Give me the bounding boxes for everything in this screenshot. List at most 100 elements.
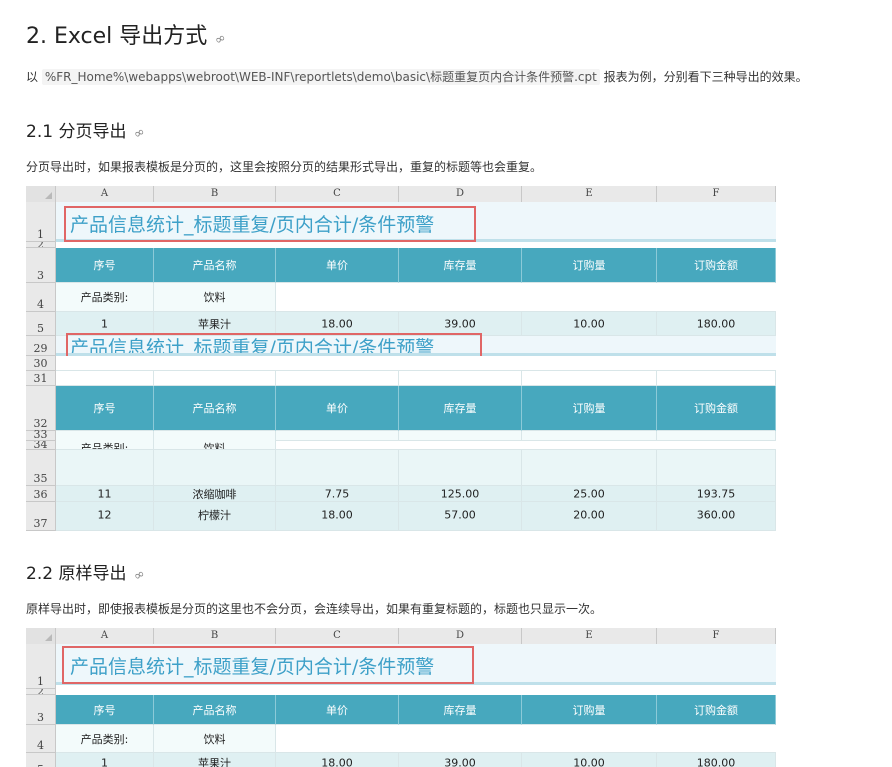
row-number[interactable]: 1 <box>26 644 56 689</box>
category-label-cell: 产品类别: <box>56 725 154 753</box>
empty-cell <box>276 371 399 386</box>
empty-cell <box>399 450 522 486</box>
highlight-box <box>62 646 474 684</box>
category-value-cell: 饮料 <box>154 431 276 450</box>
col-header-c[interactable]: C <box>276 628 399 644</box>
empty-cell <box>522 450 657 486</box>
empty-cell <box>276 431 399 441</box>
category-label-cell: 产品类别: <box>56 431 154 450</box>
col-header-a[interactable]: A <box>56 186 154 202</box>
intro-prefix: 以 <box>26 70 42 84</box>
section-heading-paged-export: 2.1 分页导出 ∞ <box>26 117 148 143</box>
table-cell: 浓缩咖啡 <box>154 486 276 502</box>
col-header-f[interactable]: F <box>657 628 776 644</box>
empty-cell <box>56 450 154 486</box>
empty-cell <box>154 450 276 486</box>
link-icon[interactable]: ∞ <box>131 566 148 584</box>
heading-text: 2.2 原样导出 <box>26 564 127 584</box>
intro-suffix: 报表为例，分别看下三种导出的效果。 <box>599 70 808 84</box>
empty-row <box>56 356 776 371</box>
intro-paragraph: 以 %FR_Home%\webapps\webroot\WEB-INF\repo… <box>26 68 808 85</box>
table-cell: 7.75 <box>276 486 399 502</box>
row-number[interactable]: 4 <box>26 725 56 753</box>
intro-path-code: %FR_Home%\webapps\webroot\WEB-INF\report… <box>41 69 600 85</box>
heading-text: 2. Excel 导出方式 <box>26 24 208 49</box>
category-value-cell: 饮料 <box>154 725 276 753</box>
col-header-b[interactable]: B <box>154 628 276 644</box>
table-header-cell: 库存量 <box>399 386 522 431</box>
table-cell: 25.00 <box>522 486 657 502</box>
category-label-cell: 产品类别: <box>56 283 154 312</box>
col-header-e[interactable]: E <box>522 186 657 202</box>
col-header-a[interactable]: A <box>56 628 154 644</box>
table-cell: 11 <box>56 486 154 502</box>
table-header-cell: 订购金额 <box>657 386 776 431</box>
table-cell: 18.00 <box>276 753 399 767</box>
table-header-cell: 产品名称 <box>154 695 276 725</box>
table-cell: 39.00 <box>399 753 522 767</box>
table-header-cell: 库存量 <box>399 695 522 725</box>
row-number[interactable]: 29 <box>26 336 56 356</box>
col-header-c[interactable]: C <box>276 186 399 202</box>
row-number[interactable]: 31 <box>26 371 56 386</box>
table-header-cell: 订购金额 <box>657 695 776 725</box>
table-cell: 180.00 <box>657 312 776 336</box>
select-all-corner[interactable] <box>26 628 56 644</box>
row-number[interactable]: 30 <box>26 356 56 371</box>
empty-cell <box>399 371 522 386</box>
col-header-d[interactable]: D <box>399 186 522 202</box>
table-header-cell: 产品名称 <box>154 248 276 283</box>
table-cell: 苹果汁 <box>154 753 276 767</box>
row-number[interactable]: 3 <box>26 248 56 283</box>
empty-cell <box>657 371 776 386</box>
row-number[interactable]: 3 <box>26 695 56 725</box>
row-number[interactable]: 5 <box>26 753 56 767</box>
table-cell: 柠檬汁 <box>154 502 276 531</box>
table-cell: 57.00 <box>399 502 522 531</box>
table-cell: 360.00 <box>657 502 776 531</box>
select-all-corner[interactable] <box>26 186 56 202</box>
row-number[interactable]: 37 <box>26 502 56 531</box>
table-header-cell: 序号 <box>56 248 154 283</box>
row-number[interactable]: 35 <box>26 450 56 486</box>
link-icon[interactable]: ∞ <box>131 124 148 142</box>
table-cell: 10.00 <box>522 753 657 767</box>
empty-cell <box>56 371 154 386</box>
table-cell: 20.00 <box>522 502 657 531</box>
category-value-cell: 饮料 <box>154 283 276 312</box>
row-number[interactable]: 36 <box>26 486 56 502</box>
excel-sheet-original: A B C D E F 1 2 3 4 5 产品信息统计_标题重复/页内合计/条… <box>26 628 776 767</box>
table-cell: 1 <box>56 753 154 767</box>
table-cell: 12 <box>56 502 154 531</box>
empty-cell <box>657 431 776 441</box>
table-cell: 10.00 <box>522 312 657 336</box>
table-header-cell: 订购金额 <box>657 248 776 283</box>
row-number[interactable]: 34 <box>26 441 56 450</box>
table-header-cell: 单价 <box>276 695 399 725</box>
table-header-cell: 单价 <box>276 386 399 431</box>
col-header-e[interactable]: E <box>522 628 657 644</box>
table-header-cell: 序号 <box>56 695 154 725</box>
row-number[interactable]: 1 <box>26 202 56 242</box>
empty-cell <box>399 431 522 441</box>
empty-cell <box>276 283 776 312</box>
table-cell: 125.00 <box>399 486 522 502</box>
table-cell: 180.00 <box>657 753 776 767</box>
paged-export-description: 分页导出时，如果报表模板是分页的，这里会按照分页的结果形式导出，重复的标题等也会… <box>26 160 543 174</box>
row-number[interactable]: 5 <box>26 312 56 336</box>
table-header-cell: 产品名称 <box>154 386 276 431</box>
table-header-cell: 库存量 <box>399 248 522 283</box>
col-header-f[interactable]: F <box>657 186 776 202</box>
table-header-cell: 序号 <box>56 386 154 431</box>
table-header-cell: 订购量 <box>522 248 657 283</box>
section-heading-original-export: 2.2 原样导出 ∞ <box>26 559 148 585</box>
empty-cell <box>522 431 657 441</box>
table-cell: 193.75 <box>657 486 776 502</box>
row-number[interactable]: 4 <box>26 283 56 312</box>
link-icon[interactable]: ∞ <box>212 30 229 48</box>
col-header-d[interactable]: D <box>399 628 522 644</box>
table-cell: 18.00 <box>276 502 399 531</box>
row-number[interactable]: 32 <box>26 386 56 431</box>
col-header-b[interactable]: B <box>154 186 276 202</box>
row-number[interactable]: 33 <box>26 429 56 441</box>
